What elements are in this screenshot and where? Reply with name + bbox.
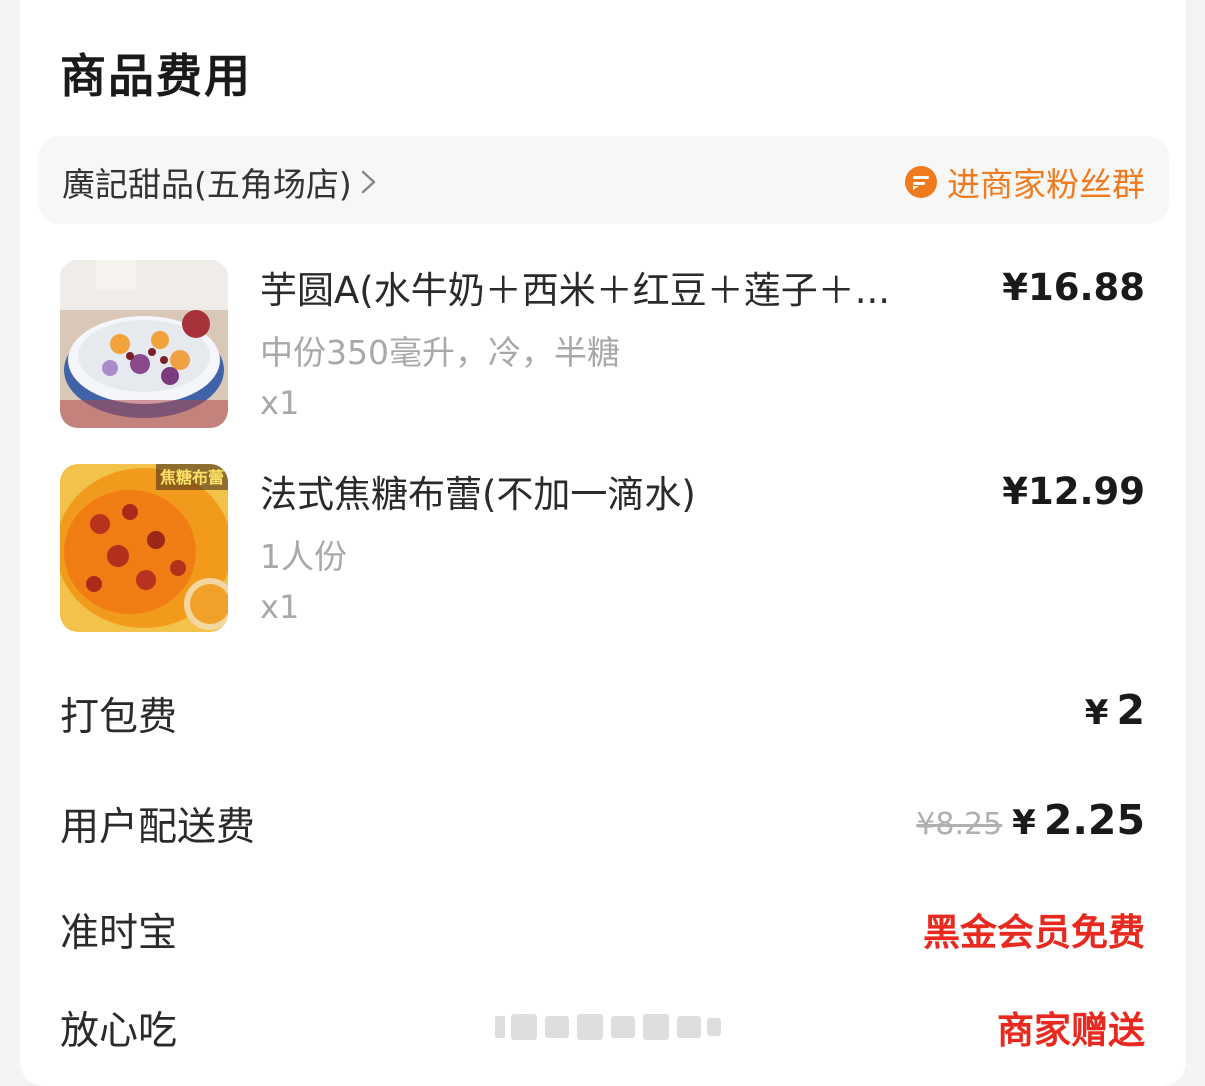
delivery-fee-original: ¥8.25 bbox=[916, 807, 1003, 842]
order-item[interactable]: 焦糖布蕾 法式焦糖布蕾(不加一滴水) 1人份 x1 ¥12.99 bbox=[60, 464, 1145, 634]
item-spec: 中份350毫升，冷，半糖 bbox=[260, 333, 620, 372]
delivery-fee-label: 用户配送费 bbox=[60, 805, 256, 850]
thumb-caption: 焦糖布蕾 bbox=[159, 468, 224, 487]
item-price: ¥12.99 bbox=[1002, 470, 1145, 513]
packing-fee-row: 打包费 ¥ 2 bbox=[60, 686, 1145, 746]
delivery-fee-row: 用户配送费 ¥8.25 ¥ 2.25 bbox=[60, 796, 1145, 856]
store-name: 廣記甜品(五角场店) bbox=[62, 165, 352, 204]
watermark-icon bbox=[495, 1014, 721, 1040]
join-fans-group-button[interactable]: 进商家粉丝群 bbox=[903, 158, 1145, 206]
currency-symbol: ¥ bbox=[1012, 803, 1036, 843]
store-bar: 廣記甜品(五角场店) 进商家粉丝群 bbox=[38, 136, 1169, 224]
item-price: ¥16.88 bbox=[1002, 266, 1145, 309]
item-quantity: x1 bbox=[260, 384, 300, 422]
packing-fee-label: 打包费 bbox=[60, 695, 178, 740]
on-time-guarantee-label: 准时宝 bbox=[60, 911, 178, 956]
delivery-fee-amount: 2.25 bbox=[1043, 796, 1145, 844]
packing-fee-value: ¥ 2 bbox=[1085, 686, 1145, 734]
safe-eat-label: 放心吃 bbox=[60, 1009, 178, 1054]
item-spec: 1人份 bbox=[260, 537, 347, 576]
on-time-guarantee-value: 黑金会员免费 bbox=[923, 911, 1145, 954]
store-link[interactable]: 廣記甜品(五角场店) bbox=[62, 158, 382, 206]
taro-ball-dessert-image bbox=[60, 260, 228, 428]
creme-brulee-image: 焦糖布蕾 bbox=[60, 464, 228, 632]
order-item[interactable]: 芋圆A(水牛奶＋西米＋红豆＋莲子＋... 中份350毫升，冷，半糖 x1 ¥16… bbox=[60, 260, 1145, 430]
currency-symbol: ¥ bbox=[1084, 693, 1109, 733]
safe-eat-value: 商家赠送 bbox=[997, 1009, 1145, 1052]
packing-fee-amount: 2 bbox=[1116, 686, 1145, 734]
fans-group-label: 进商家粉丝群 bbox=[947, 165, 1145, 204]
delivery-fee-value: ¥8.25 ¥ 2.25 bbox=[916, 796, 1145, 844]
chevron-right-icon bbox=[361, 170, 375, 194]
chat-bubble-icon bbox=[905, 166, 937, 198]
on-time-guarantee-row: 准时宝 黑金会员免费 bbox=[60, 902, 1145, 962]
section-title: 商品费用 bbox=[60, 49, 252, 103]
item-quantity: x1 bbox=[260, 588, 300, 626]
item-name: 芋圆A(水牛奶＋西米＋红豆＋莲子＋... bbox=[260, 269, 891, 312]
item-name: 法式焦糖布蕾(不加一滴水) bbox=[260, 473, 696, 516]
